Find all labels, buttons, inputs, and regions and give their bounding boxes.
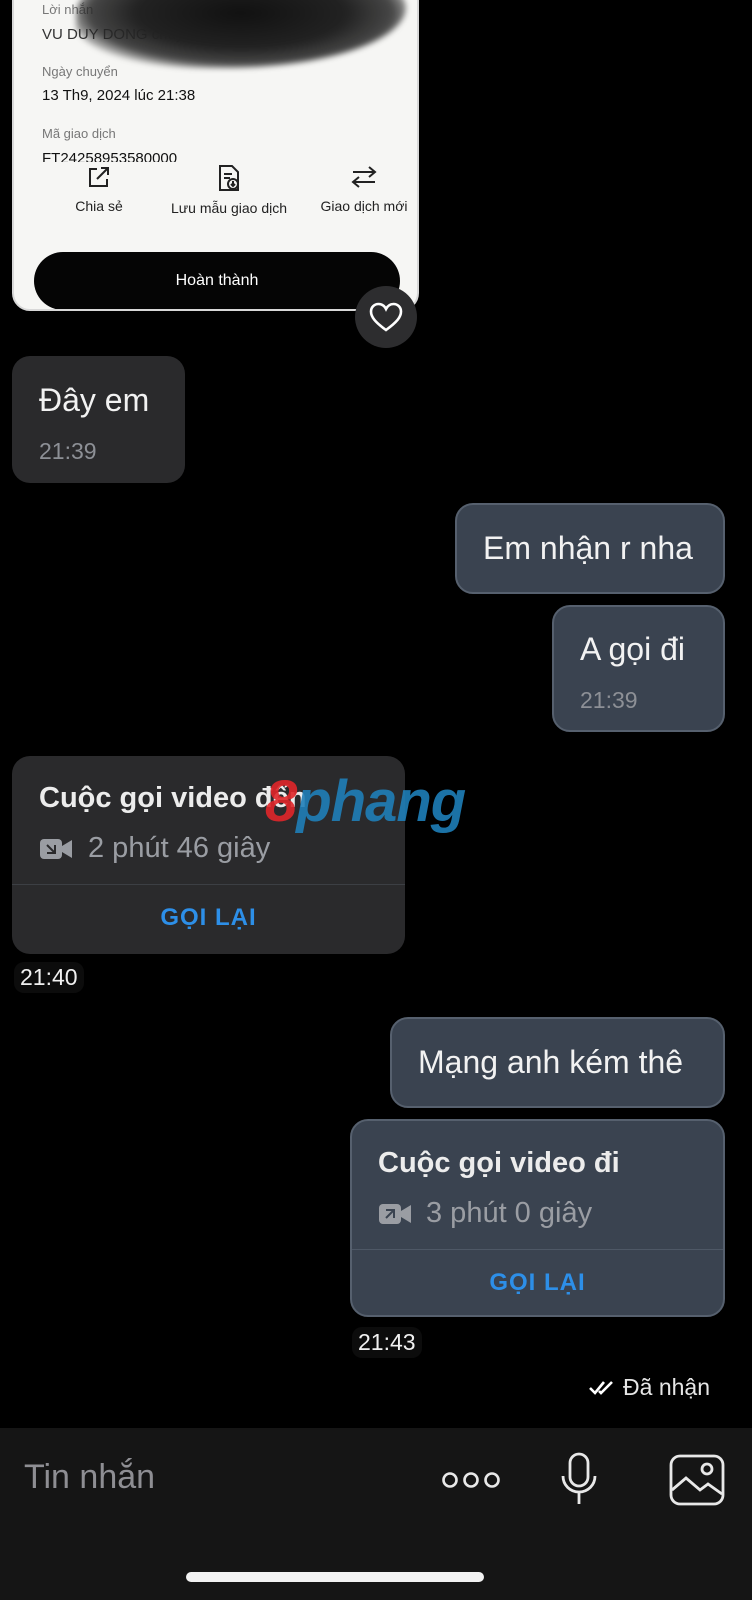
receipt-share-action: Chia sẻ xyxy=(44,164,154,214)
share-icon xyxy=(89,167,109,187)
more-icon[interactable] xyxy=(440,1448,502,1512)
receipt-new-transaction-action: Giao dịch mới xyxy=(304,164,417,214)
receipt-save-template-label: Lưu mẫu giao dịch xyxy=(171,200,287,216)
receipt-date-value: 13 Th9, 2024 lúc 21:38 xyxy=(42,87,196,104)
receipt-txn-value: FT24258953580000 xyxy=(42,150,178,162)
receipt-image[interactable]: Lời nhắn VU DUY DONG chuyen Ngày chuyển … xyxy=(12,0,419,311)
call-time: 21:40 xyxy=(14,962,84,993)
delivery-status-text: Đã nhận xyxy=(623,1374,710,1400)
message-bubble-outgoing[interactable]: Em nhận r nha xyxy=(455,503,725,594)
message-time: 21:39 xyxy=(39,438,97,464)
message-bubble-incoming[interactable]: Đây em 21:39 xyxy=(12,356,185,483)
message-bubble-outgoing[interactable]: A gọi đi 21:39 xyxy=(552,605,725,732)
receipt-save-template-action: Lưu mẫu giao dịch xyxy=(154,164,304,216)
microphone-icon[interactable] xyxy=(556,1448,602,1512)
receipt-txn-label: Mã giao dịch xyxy=(42,126,116,141)
home-indicator xyxy=(186,1572,484,1582)
message-bubble-outgoing[interactable]: Mạng anh kém thê xyxy=(390,1017,725,1108)
call-duration: 2 phút 46 giây xyxy=(88,832,271,864)
watermark-logo: 8phang xyxy=(265,769,466,834)
message-time: 21:39 xyxy=(580,687,638,713)
video-camera-icon xyxy=(39,836,73,867)
video-camera-icon xyxy=(378,1201,412,1232)
image-icon[interactable] xyxy=(668,1448,726,1512)
message-text: A gọi đi xyxy=(580,631,685,667)
message-text: Đây em xyxy=(39,382,150,418)
react-heart-button[interactable] xyxy=(355,286,417,348)
call-divider xyxy=(12,884,405,885)
swap-icon xyxy=(351,166,377,188)
receipt-share-label: Chia sẻ xyxy=(75,198,123,214)
double-check-icon xyxy=(589,1380,613,1395)
call-back-button[interactable]: GỌI LẠI xyxy=(352,1269,723,1297)
call-back-button[interactable]: GỌI LẠI xyxy=(12,904,405,932)
message-input[interactable] xyxy=(24,1458,404,1497)
call-time: 21:43 xyxy=(352,1327,422,1358)
heart-icon xyxy=(369,302,403,332)
call-duration: 3 phút 0 giây xyxy=(426,1197,593,1229)
receipt-new-transaction-label: Giao dịch mới xyxy=(320,198,408,214)
call-title: Cuộc gọi video đi xyxy=(378,1147,620,1179)
redaction-smudge xyxy=(76,0,406,68)
receipt-done-button: Hoàn thành xyxy=(34,252,400,309)
message-text: Em nhận r nha xyxy=(483,530,693,566)
delivery-status: Đã nhận xyxy=(589,1374,710,1401)
message-text: Mạng anh kém thê xyxy=(418,1044,684,1080)
composer-bar xyxy=(0,1428,752,1600)
receipt-date-label: Ngày chuyển xyxy=(42,64,118,79)
call-card-outgoing[interactable]: Cuộc gọi video đi 3 phút 0 giây GỌI LẠI xyxy=(350,1119,725,1317)
save-template-icon xyxy=(219,165,239,191)
receipt-actions: Chia sẻ Lưu mẫu giao dịch Giao dịch mới xyxy=(14,164,417,224)
call-divider xyxy=(352,1249,723,1250)
